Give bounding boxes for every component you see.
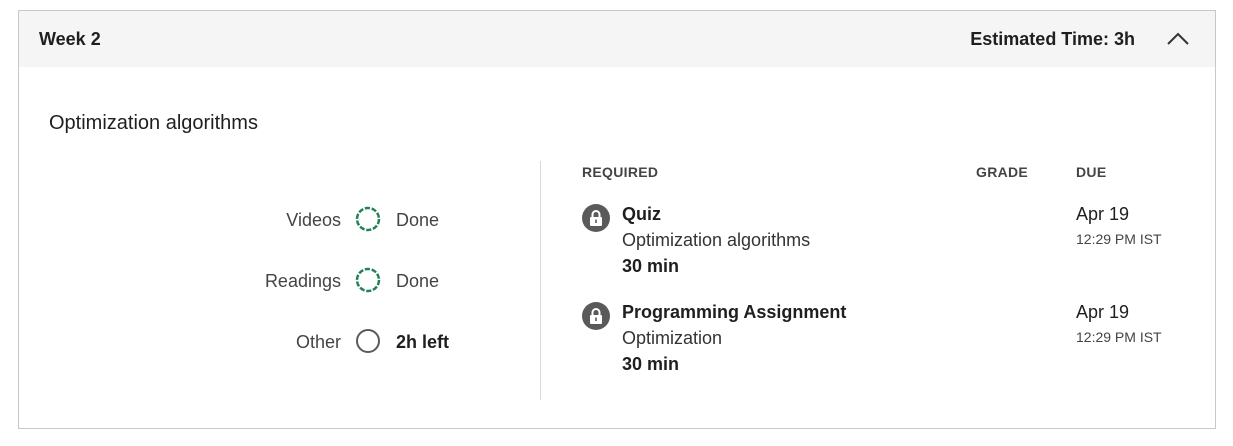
progress-status: 2h left (396, 332, 450, 352)
due-time: 12:29 PM IST (1076, 231, 1162, 247)
list-item[interactable]: Quiz Optimization algorithms 30 min Apr … (582, 204, 1182, 284)
list-item[interactable]: Programming Assignment Optimization 30 m… (582, 302, 1182, 382)
due-date: Apr 19 (1076, 302, 1130, 322)
progress-ring-icon (355, 267, 381, 293)
module-title: Optimization algorithms (49, 112, 258, 134)
due-time: 12:29 PM IST (1076, 329, 1162, 345)
item-type-link[interactable]: Programming Assignment (622, 302, 846, 323)
progress-ring-icon (355, 328, 381, 354)
due-date: Apr 19 (1076, 204, 1130, 224)
progress-status: Done (396, 271, 440, 291)
item-duration: 30 min (622, 354, 680, 374)
lock-icon (582, 302, 610, 330)
item-duration: 30 min (622, 256, 680, 276)
progress-status: Done (396, 210, 440, 230)
lock-icon (582, 204, 610, 232)
week-title: Week 2 (39, 29, 101, 49)
column-header-grade: GRADE (976, 164, 1029, 180)
column-header-required: REQUIRED (582, 164, 659, 180)
progress-label: Readings (264, 271, 341, 291)
item-name: Optimization (622, 328, 723, 348)
column-header-due: DUE (1076, 164, 1107, 180)
item-type-link[interactable]: Quiz (622, 204, 661, 225)
progress-label: Other (295, 332, 341, 352)
week-card: Week 2 Estimated Time: 3h Optimization a… (18, 10, 1216, 429)
divider (540, 161, 541, 400)
progress-other: Other 2h left (179, 326, 479, 356)
estimated-time: Estimated Time: 3h (970, 29, 1135, 49)
week-header[interactable]: Week 2 Estimated Time: 3h (19, 11, 1215, 67)
progress-label: Videos (286, 210, 341, 230)
progress-ring-icon (355, 206, 381, 232)
progress-videos: Videos Done (179, 204, 459, 234)
progress-readings: Readings Done (179, 265, 459, 295)
item-name: Optimization algorithms (622, 230, 811, 250)
chevron-up-icon[interactable] (1163, 25, 1193, 53)
